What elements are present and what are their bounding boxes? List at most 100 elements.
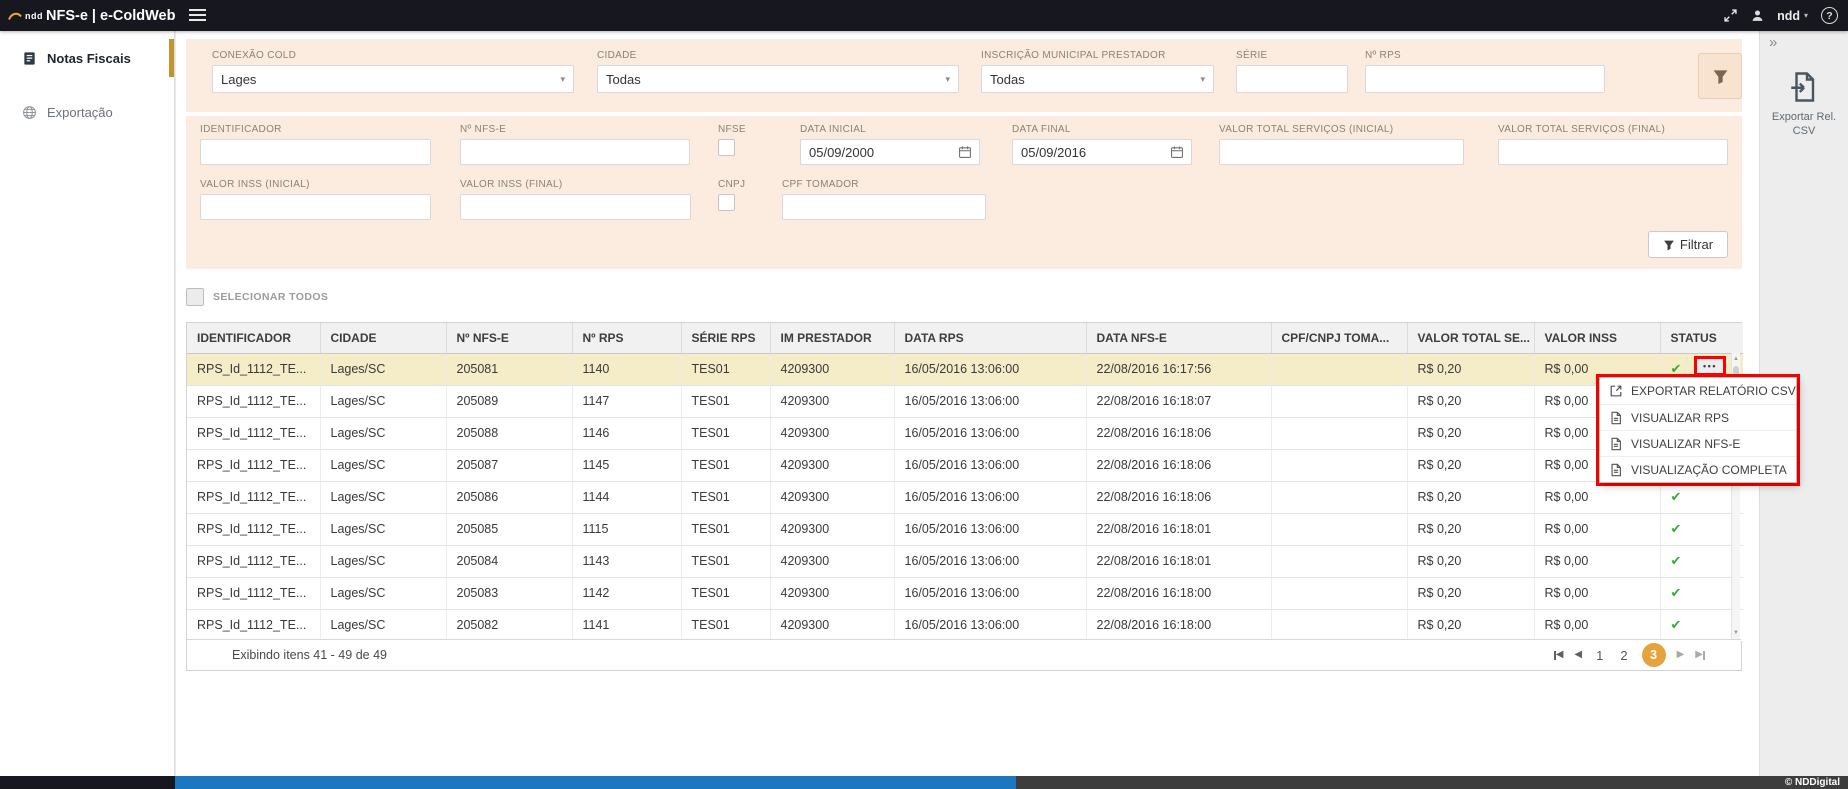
column-header-12[interactable]: STATUS [1660, 323, 1743, 353]
table-row[interactable]: RPS_Id_1112_TE...Lages/SC2050851115TES01… [187, 513, 1743, 545]
column-header-5[interactable]: SÉRIE RPS [681, 323, 770, 353]
filter-cpf-tomador: CPF TOMADOR [782, 179, 986, 220]
document-icon [1609, 437, 1623, 451]
cidade-select[interactable]: Todas ▾ [597, 65, 959, 93]
user-menu[interactable]: ndd ▾ [1777, 9, 1808, 23]
valor-total-inicial-label: VALOR TOTAL SERVIÇOS (INICIAL) [1219, 124, 1464, 135]
valor-inss-final-input[interactable] [460, 194, 691, 220]
user-avatar-button[interactable] [1751, 9, 1764, 22]
table-cell: Lages/SC [320, 513, 446, 545]
menu-item-visualizacao-completa[interactable]: VISUALIZAÇÃO COMPLETA [1600, 456, 1796, 482]
table-cell [1271, 449, 1407, 481]
valor-inss-inicial-input[interactable] [200, 194, 431, 220]
table-cell: 205089 [446, 385, 572, 417]
menu-item-label: VISUALIZAR NFS-E [1631, 437, 1740, 451]
table-cell: 4209300 [770, 385, 894, 417]
column-header-1[interactable]: IDENTIFICADOR [187, 323, 320, 353]
pagination-next-button[interactable]: ▶ [1677, 650, 1685, 660]
identificador-input[interactable] [200, 139, 431, 165]
pagination-page-1[interactable]: 1 [1593, 649, 1606, 662]
menu-item-visualizar-rps[interactable]: VISUALIZAR RPS [1600, 404, 1796, 430]
column-header-6[interactable]: IM PRESTADOR [770, 323, 894, 353]
serie-input[interactable] [1236, 65, 1348, 93]
valor-total-final-input[interactable] [1498, 139, 1728, 165]
menu-toggle-button[interactable] [189, 9, 206, 21]
document-icon [1609, 463, 1623, 477]
filtrar-button[interactable]: Filtrar [1648, 231, 1728, 258]
table-cell: Lages/SC [320, 481, 446, 513]
table-cell: 22/08/2016 16:18:01 [1086, 513, 1271, 545]
num-rps-input[interactable] [1365, 65, 1605, 93]
topbar-actions: ndd ▾ ? [1723, 0, 1838, 31]
table-cell: 22/08/2016 16:17:56 [1086, 353, 1271, 385]
nfse-checkbox[interactable] [718, 139, 735, 156]
table-cell: 205081 [446, 353, 572, 385]
pagination-prev-button[interactable]: ◀ [1574, 650, 1582, 660]
table-row[interactable]: RPS_Id_1112_TE...Lages/SC2050821141TES01… [187, 609, 1743, 641]
table-cell: 22/08/2016 16:18:07 [1086, 385, 1271, 417]
success-check-icon: ✔ [1671, 521, 1682, 536]
table-row[interactable]: RPS_Id_1112_TE...Lages/SC2050881146TES01… [187, 417, 1743, 449]
data-inicial-input[interactable] [809, 145, 954, 160]
select-all-checkbox[interactable] [186, 288, 204, 306]
column-header-11[interactable]: VALOR INSS [1534, 323, 1660, 353]
pagination: ◀ ◀ 1 2 3 ▶ ▶ [1554, 643, 1705, 667]
calendar-icon[interactable] [958, 145, 972, 159]
table-row[interactable]: RPS_Id_1112_TE...Lages/SC2050871145TES01… [187, 449, 1743, 481]
nfse-checkbox-label: NFSE [718, 124, 746, 135]
cpf-tomador-input[interactable] [782, 194, 986, 220]
statusbar: © NDDigital [0, 776, 1848, 789]
table-cell: R$ 0,20 [1407, 449, 1534, 481]
statusbar-dark-segment [0, 776, 175, 789]
num-nfse-input[interactable] [460, 139, 690, 165]
fullscreen-button[interactable] [1723, 8, 1738, 23]
table-cell: RPS_Id_1112_TE... [187, 417, 320, 449]
filter-serie: SÉRIE [1236, 50, 1348, 93]
inscricao-municipal-select[interactable]: Todas ▾ [981, 65, 1214, 93]
scroll-down-icon[interactable]: ▼ [1732, 630, 1740, 636]
menu-item-label: VISUALIZAÇÃO COMPLETA [1631, 463, 1787, 477]
column-header-3[interactable]: Nº NFS-E [446, 323, 572, 353]
table-cell: Lages/SC [320, 385, 446, 417]
data-final-input[interactable] [1021, 145, 1166, 160]
table-row[interactable]: RPS_Id_1112_TE...Lages/SC2050831142TES01… [187, 577, 1743, 609]
table-row[interactable]: RPS_Id_1112_TE...Lages/SC2050891147TES01… [187, 385, 1743, 417]
pagination-last-button[interactable]: ▶ [1695, 650, 1705, 660]
table-cell: 1142 [572, 577, 681, 609]
user-icon [1751, 9, 1764, 22]
conexao-cold-select[interactable]: Lages ▾ [212, 65, 574, 93]
table-cell: 16/05/2016 13:06:00 [894, 417, 1086, 449]
inscricao-municipal-label: INSCRIÇÃO MUNICIPAL PRESTADOR [981, 50, 1214, 61]
invoices-table: IDENTIFICADORCIDADENº NFS-ENº RPSSÉRIE R… [187, 323, 1743, 642]
valor-inss-final-label: VALOR INSS (FINAL) [460, 179, 691, 190]
menu-item-exportar-relatorio-csv[interactable]: EXPORTAR RELATÓRIO CSV [1600, 378, 1796, 404]
valor-total-inicial-input[interactable] [1219, 139, 1464, 165]
column-header-4[interactable]: Nº RPS [572, 323, 681, 353]
scroll-up-icon[interactable]: ▲ [1732, 356, 1740, 362]
help-button[interactable]: ? [1821, 7, 1838, 24]
column-header-2[interactable]: CIDADE [320, 323, 446, 353]
table-cell: R$ 0,20 [1407, 577, 1534, 609]
menu-item-visualizar-nfse[interactable]: VISUALIZAR NFS-E [1600, 430, 1796, 456]
filter-toggle-button[interactable] [1698, 53, 1742, 99]
table-row[interactable]: RPS_Id_1112_TE...Lages/SC2050861144TES01… [187, 481, 1743, 513]
column-header-8[interactable]: DATA NFS-E [1086, 323, 1271, 353]
sidebar-item-exportacao[interactable]: Exportação [0, 93, 174, 131]
column-header-10[interactable]: VALOR TOTAL SE... [1407, 323, 1534, 353]
pagination-first-button[interactable]: ◀ [1554, 650, 1564, 660]
table-cell: 1146 [572, 417, 681, 449]
table-row[interactable]: RPS_Id_1112_TE...Lages/SC2050811140TES01… [187, 353, 1743, 385]
cnpj-checkbox[interactable] [718, 194, 735, 211]
calendar-icon[interactable] [1170, 145, 1184, 159]
collapse-panel-icon[interactable]: » [1769, 34, 1777, 51]
export-csv-tool[interactable]: Exportar Rel. CSV [1760, 69, 1848, 139]
table-cell: 22/08/2016 16:18:00 [1086, 609, 1271, 641]
pagination-page-2[interactable]: 2 [1617, 649, 1630, 662]
table-row[interactable]: RPS_Id_1112_TE...Lages/SC2050841143TES01… [187, 545, 1743, 577]
success-check-icon: ✔ [1671, 585, 1682, 600]
pagination-page-3-active[interactable]: 3 [1642, 643, 1666, 667]
column-header-9[interactable]: CPF/CNPJ TOMA... [1271, 323, 1407, 353]
sidebar-item-notas-fiscais[interactable]: Notas Fiscais [0, 39, 174, 77]
row-actions-menu-button[interactable]: ••• [1703, 362, 1717, 371]
column-header-7[interactable]: DATA RPS [894, 323, 1086, 353]
